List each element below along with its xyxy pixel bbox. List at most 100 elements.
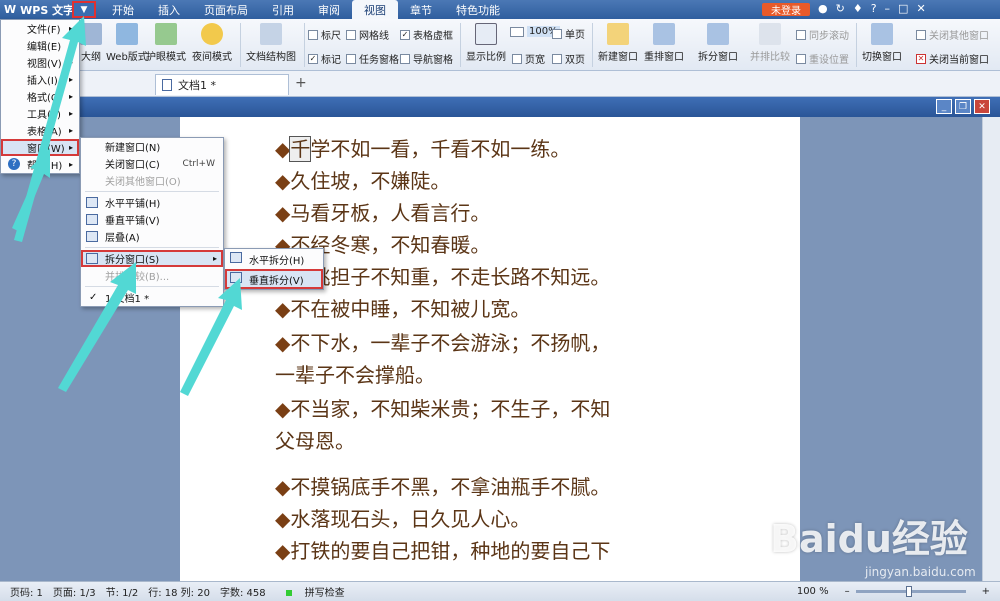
menu-new-window[interactable]: 新建窗口(N) — [81, 138, 223, 155]
marks-checkbox[interactable]: ✓ 标记 — [308, 51, 341, 66]
tab-reference[interactable]: 引用 — [260, 0, 306, 19]
menu-close-window[interactable]: 关闭窗口(C) Ctrl+W — [81, 155, 223, 172]
doc-line: ◆不下水，一辈子不会游泳；不扬帆， — [275, 331, 611, 355]
menu-close-other-windows[interactable]: 关闭其他窗口(O) — [81, 172, 223, 189]
zoom-in-icon[interactable]: + — [982, 586, 990, 597]
cascade-icon — [86, 231, 98, 242]
menu-edit[interactable]: 编辑(E) ▸ — [1, 37, 79, 54]
menu-horizontal-split[interactable]: 水平拆分(H) — [225, 249, 323, 269]
doc-minimize-icon[interactable]: _ — [936, 99, 952, 114]
menu-tools[interactable]: 工具(T) ▸ — [1, 105, 79, 122]
doc-line: ◆不在被中睡，不知被儿宽。 — [275, 297, 531, 321]
double-page-button[interactable]: 双页 — [552, 51, 585, 66]
menu-vertical-tile[interactable]: 垂直平铺(V) — [81, 211, 223, 228]
new-tab-button[interactable]: + — [295, 75, 307, 91]
menu-insert[interactable]: 插入(I) ▸ — [1, 71, 79, 88]
status-page: 页码: 1 — [10, 588, 43, 599]
menu-doc1[interactable]: ✓ 1 文档1 * — [81, 289, 223, 306]
arrange-icon — [653, 23, 675, 45]
menu-help[interactable]: ? 帮助(H) ▸ — [1, 156, 79, 173]
window-controls: _ ❐ ✕ — [936, 99, 990, 114]
split-window-button[interactable]: 拆分窗口 — [698, 23, 738, 63]
document-icon — [162, 79, 172, 91]
doc-map-button[interactable]: 文档结构图 — [246, 23, 296, 63]
menu-window[interactable]: 窗口(W) ▸ — [1, 139, 79, 156]
tab-review[interactable]: 审阅 — [306, 0, 352, 19]
menu-compare[interactable]: 并排比较(B)... — [81, 267, 223, 284]
page-width-button[interactable]: 页宽 — [512, 51, 545, 66]
horizontal-split-icon — [230, 252, 242, 263]
split-window-submenu: 水平拆分(H) 垂直拆分(V) — [224, 248, 324, 290]
doc-line: ◆不摸锅底手不黑，不拿油瓶手不腻。 — [275, 475, 611, 499]
table-grid-checkbox[interactable]: ✓ 表格虚框 — [400, 27, 453, 42]
app-menu-button[interactable]: W WPS 文字 ▼ — [0, 0, 100, 19]
login-badge[interactable]: 未登录 — [762, 3, 810, 17]
minimize-icon[interactable]: – — [885, 2, 891, 15]
doc-restore-icon[interactable]: ❐ — [955, 99, 971, 114]
tab-chapter[interactable]: 章节 — [398, 0, 444, 19]
spellcheck-icon — [285, 590, 292, 596]
menu-split-window[interactable]: 拆分窗口(S) ▸ — [81, 250, 223, 267]
switch-window-button[interactable]: 切换窗口 — [862, 23, 902, 63]
gridline-checkbox[interactable]: 网格线 — [346, 27, 389, 42]
vertical-scrollbar[interactable] — [982, 117, 1000, 581]
doc-close-icon[interactable]: ✕ — [974, 99, 990, 114]
compare-button[interactable]: 并排比较 — [750, 23, 790, 63]
eye-mode-button[interactable]: 护眼模式 — [146, 23, 186, 63]
tab-insert[interactable]: 插入 — [146, 0, 192, 19]
menu-horizontal-tile[interactable]: 水平平铺(H) — [81, 194, 223, 211]
single-page-button[interactable]: 单页 — [552, 26, 585, 41]
night-mode-button[interactable]: 夜间模式 — [192, 23, 232, 63]
arrange-window-button[interactable]: 重排窗口 — [644, 23, 684, 63]
doc-map-icon — [260, 23, 282, 45]
doc-line: ◆千学不如一看，千看不如一练。 — [275, 136, 571, 162]
title-bar: W WPS 文字 ▼ 开始 插入 页面布局 引用 审阅 视图 章节 特色功能 未… — [0, 0, 1000, 19]
tab-layout[interactable]: 页面布局 — [192, 0, 260, 19]
maximize-icon[interactable]: □ — [898, 2, 908, 15]
menu-vertical-split[interactable]: 垂直拆分(V) — [225, 269, 323, 289]
close-current-window-button[interactable]: ✕ 关闭当前窗口 — [916, 51, 989, 66]
skin-icon[interactable]: ● — [818, 2, 828, 15]
zoom-control: 100 % – + — [787, 586, 990, 597]
menu-cascade[interactable]: 层叠(A) — [81, 228, 223, 245]
status-section: 节: 1/2 — [105, 588, 139, 599]
menu-file[interactable]: 文件(F) ▸ — [1, 20, 79, 37]
outline-icon — [80, 23, 102, 45]
close-other-windows-button[interactable]: 关闭其他窗口 — [916, 27, 989, 42]
zoom-button[interactable]: 显示比例 — [466, 23, 506, 63]
document-tab[interactable]: 文档1 * — [155, 74, 289, 95]
web-layout-icon — [115, 23, 138, 45]
help-icon[interactable]: ? — [871, 2, 877, 15]
close-icon[interactable]: ✕ — [916, 2, 925, 15]
magnifier-icon — [475, 23, 497, 45]
menu-format[interactable]: 格式(O) ▸ — [1, 88, 79, 105]
sync-scroll-button[interactable]: 同步滚动 — [796, 27, 849, 42]
refresh-icon[interactable]: ↻ — [836, 2, 845, 15]
reset-position-button[interactable]: 重设位置 — [796, 51, 849, 66]
tab-home[interactable]: 开始 — [100, 0, 146, 19]
document-page[interactable]: ◆千学不如一看，千看不如一练。 ◆久住坡，不嫌陡。 ◆马看牙板，人看言行。 ◆不… — [180, 117, 800, 581]
window-caption: _ ❐ ✕ — [0, 97, 1000, 117]
outline-button[interactable]: 大纲 — [80, 23, 102, 63]
horizontal-tile-icon — [86, 197, 98, 208]
web-layout-button[interactable]: Web版式 — [106, 23, 148, 63]
compare-icon — [759, 23, 781, 45]
app-dropdown-button[interactable]: ▼ — [72, 1, 96, 18]
nav-pane-checkbox[interactable]: 导航窗格 — [400, 51, 453, 66]
menu-view[interactable]: 视图(V) ▸ — [1, 54, 79, 71]
zoom-slider[interactable] — [855, 586, 966, 597]
shirt-icon[interactable]: ♦ — [853, 2, 863, 15]
menu-table[interactable]: 表格(A) ▸ — [1, 122, 79, 139]
doc-line: 一辈子不会撑船。 — [275, 363, 435, 387]
vertical-tile-icon — [86, 214, 98, 225]
tab-features[interactable]: 特色功能 — [444, 0, 512, 19]
status-spellcheck[interactable]: 拼写检查 — [276, 584, 345, 599]
new-window-button[interactable]: 新建窗口 — [598, 23, 638, 63]
zoom-slider-thumb[interactable] — [905, 586, 912, 597]
zoom-out-icon[interactable]: – — [845, 586, 850, 597]
ribbon-divider — [304, 23, 305, 67]
tab-view[interactable]: 视图 — [352, 0, 398, 19]
ruler-checkbox[interactable]: 标尺 — [308, 27, 341, 42]
task-pane-checkbox[interactable]: 任务窗格 — [346, 51, 399, 66]
zoom-value: 100 % — [796, 586, 829, 597]
